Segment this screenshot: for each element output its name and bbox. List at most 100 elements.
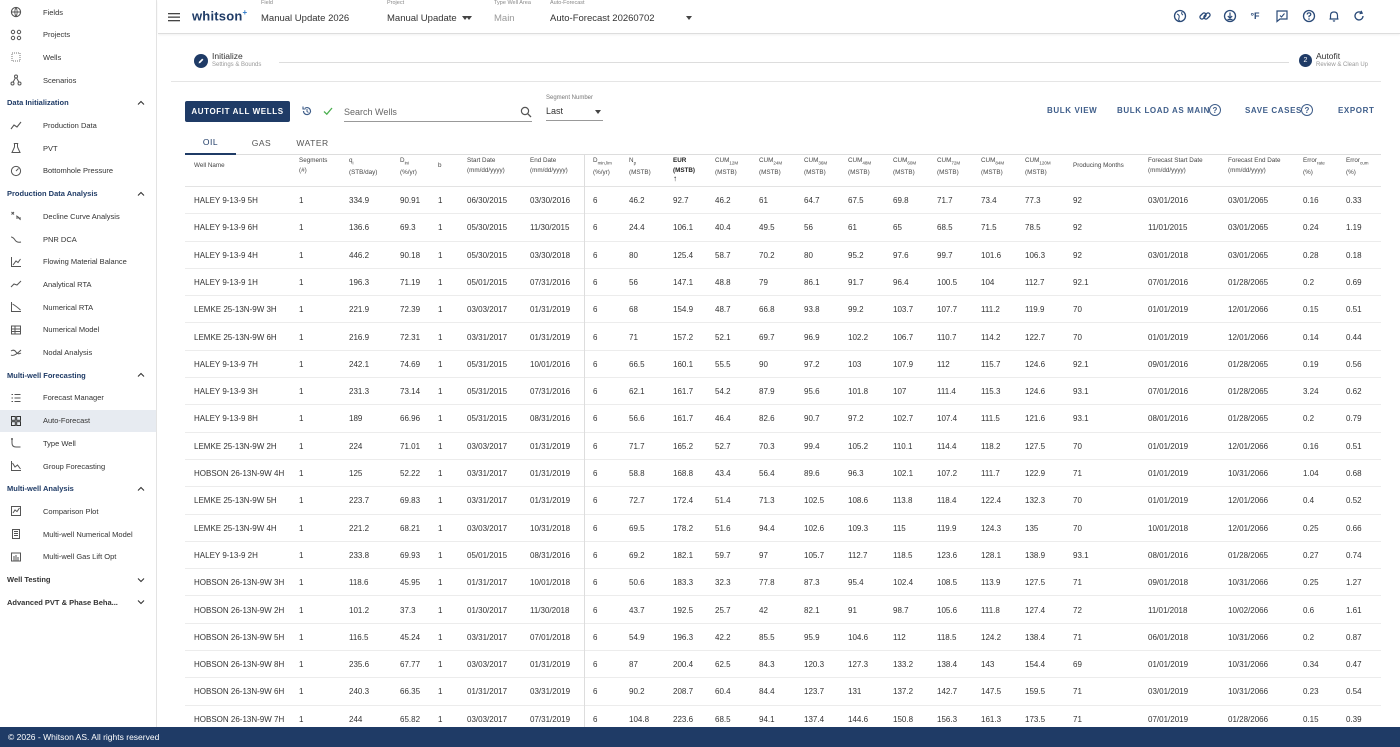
sidebar-item-comparison-plot[interactable]: Comparison Plot	[0, 500, 156, 522]
table-row[interactable]: LEMKE 25-13N-9W 5H 1 223.7 69.83 1 03/31/2017…	[185, 487, 1381, 515]
table-row[interactable]: HOBSON 26-13N-9W 3H 1 118.6 45.95 1 01/31/201…	[185, 569, 1381, 597]
cell-well[interactable]: LEMKE 25-13N-9W 3H	[194, 296, 277, 323]
table-row[interactable]: LEMKE 25-13N-9W 2H 1 224 71.01 1 03/03/2017 01…	[185, 433, 1381, 460]
help-circle-icon[interactable]: ?	[1209, 104, 1221, 116]
sidebar-section-multi-well-forecasting[interactable]: Multi-well Forecasting	[0, 365, 156, 385]
column-header-fend[interactable]: Forecast End Date (mm/dd/yyyy)	[1228, 156, 1281, 175]
cell-well[interactable]: HOBSON 26-13N-9W 8H	[194, 651, 284, 678]
cell-well[interactable]: LEMKE 25-13N-9W 5H	[194, 487, 277, 514]
column-header-cum48[interactable]: CUM48M (MSTB)	[848, 156, 871, 177]
table-row[interactable]: HOBSON 26-13N-9W 6H 1 240.3 66.35 1 01/31/201…	[185, 678, 1381, 706]
column-header-end[interactable]: End Date (mm/dd/yyyy)	[530, 156, 568, 175]
cell-well[interactable]: HALEY 9-13-9 8H	[194, 405, 258, 432]
column-header-dini[interactable]: Dini (%/yr)	[400, 156, 417, 177]
table-row[interactable]: HOBSON 26-13N-9W 2H 1 101.2 37.3 1 01/30/2017…	[185, 597, 1381, 624]
temperature-unit-icon[interactable]: °F	[1247, 8, 1263, 24]
cell-well[interactable]: HOBSON 26-13N-9W 6H	[194, 678, 284, 705]
notification-bell-icon[interactable]	[1326, 8, 1342, 24]
column-header-err_rate[interactable]: Errorrate (%)	[1303, 156, 1325, 177]
sidebar-item-numerical-model[interactable]: Numerical Model	[0, 319, 156, 341]
sidebar-section-multi-well-analysis[interactable]: Multi-well Analysis	[0, 479, 156, 499]
cell-well[interactable]: HALEY 9-13-9 5H	[194, 187, 258, 214]
feedback-icon[interactable]	[1274, 8, 1290, 24]
bulk-load-as-main-button[interactable]: BULK LOAD AS MAIN	[1117, 106, 1210, 115]
tab-gas[interactable]: GAS	[236, 131, 287, 155]
field-select[interactable]: Field Manual Update 2026	[261, 0, 468, 34]
sidebar-item-type-well[interactable]: Type Well	[0, 432, 156, 454]
column-header-well[interactable]: Well Name	[194, 161, 225, 171]
cell-well[interactable]: HALEY 9-13-9 1H	[194, 269, 258, 296]
column-header-qi[interactable]: qi (STB/day)	[349, 156, 377, 177]
cell-well[interactable]: LEMKE 25-13N-9W 6H	[194, 324, 277, 351]
column-header-cum84[interactable]: CUM84M (MSTB)	[981, 156, 1004, 177]
sidebar-section-collapsed[interactable]: Advanced PVT & Phase Beha...	[0, 592, 156, 612]
table-row[interactable]: HALEY 9-13-9 2H 1 233.8 69.93 1 05/01/2015 08/…	[185, 542, 1381, 570]
project-select[interactable]: Project Manual Upadate	[387, 0, 473, 34]
column-header-segments[interactable]: Segments (#)	[299, 156, 327, 175]
column-header-eur[interactable]: EUR (MSTB) ↑	[673, 156, 695, 183]
table-row[interactable]: HALEY 9-13-9 1H 1 196.3 71.19 1 05/01/2015 07/…	[185, 269, 1381, 297]
table-row[interactable]: LEMKE 25-13N-9W 3H 1 221.9 72.39 1 03/03/2017…	[185, 296, 1381, 324]
sidebar-section-production-data-analysis[interactable]: Production Data Analysis	[0, 184, 156, 204]
refresh-icon[interactable]	[1351, 8, 1367, 24]
search-input[interactable]	[344, 103, 514, 121]
download-icon[interactable]	[1222, 8, 1238, 24]
sidebar-item-nodal-analysis[interactable]: Nodal Analysis	[0, 342, 156, 364]
export-button[interactable]: EXPORT	[1338, 106, 1375, 115]
app-logo[interactable]: whitson+	[192, 8, 247, 23]
cell-well[interactable]: HOBSON 26-13N-9W 2H	[194, 597, 284, 624]
column-header-cum24[interactable]: CUM24M (MSTB)	[759, 156, 782, 177]
cell-well[interactable]: HOBSON 26-13N-9W 3H	[194, 569, 284, 596]
table-row[interactable]: HALEY 9-13-9 8H 1 189 66.96 1 05/31/2015 08/31…	[185, 405, 1381, 433]
table-row[interactable]: HALEY 9-13-9 5H 1 334.9 90.91 1 06/30/2015 03/…	[185, 187, 1381, 215]
column-header-cum72[interactable]: CUM72M (MSTB)	[937, 156, 960, 177]
cell-well[interactable]: LEMKE 25-13N-9W 2H	[194, 433, 277, 460]
help-circle-icon[interactable]: ?	[1301, 104, 1313, 116]
column-header-fstart[interactable]: Forecast Start Date (mm/dd/yyyy)	[1148, 156, 1203, 175]
reset-icon[interactable]	[300, 104, 314, 118]
table-row[interactable]: HALEY 9-13-9 7H 1 242.1 74.69 1 05/31/2015 10/…	[185, 351, 1381, 379]
sidebar-item-analytical-rta[interactable]: Analytical RTA	[0, 273, 156, 295]
sidebar-item-forecast-manager[interactable]: Forecast Manager	[0, 387, 156, 409]
sidebar-item-numerical-rta[interactable]: Numerical RTA	[0, 296, 156, 318]
help-icon[interactable]	[1301, 8, 1317, 24]
tab-water[interactable]: WATER	[287, 131, 338, 155]
sidebar-section-data-initialization[interactable]: Data Initialization	[0, 93, 156, 113]
sidebar-section-collapsed[interactable]: Well Testing	[0, 570, 156, 590]
globe-icon[interactable]	[1172, 8, 1188, 24]
bulk-view-button[interactable]: BULK VIEW	[1047, 106, 1097, 115]
cell-well[interactable]: HALEY 9-13-9 6H	[194, 214, 258, 241]
column-header-b[interactable]: b	[438, 161, 442, 171]
sort-ascending-icon[interactable]: ↑	[673, 175, 695, 183]
sidebar-item-fields[interactable]: Fields	[0, 1, 156, 23]
cell-well[interactable]: HOBSON 26-13N-9W 4H	[194, 460, 284, 487]
cell-well[interactable]: HALEY 9-13-9 4H	[194, 242, 258, 269]
column-header-cum12[interactable]: CUM12M (MSTB)	[715, 156, 738, 177]
table-row[interactable]: HOBSON 26-13N-9W 4H 1 125 52.22 1 03/31/2017 0…	[185, 460, 1381, 488]
sidebar-item-group-forecasting[interactable]: Group Forecasting	[0, 455, 156, 477]
column-header-months[interactable]: Producing Months	[1073, 161, 1124, 171]
save-cases-button[interactable]: SAVE CASES	[1245, 106, 1302, 115]
cell-well[interactable]: LEMKE 25-13N-9W 4H	[194, 515, 277, 542]
table-row[interactable]: LEMKE 25-13N-9W 6H 1 216.9 72.31 1 03/31/2017…	[185, 324, 1381, 351]
sidebar-item-production-data[interactable]: Production Data	[0, 115, 156, 137]
checkmark-icon[interactable]	[321, 104, 335, 118]
column-header-err_cum[interactable]: Errorcum (%)	[1346, 156, 1369, 177]
search-icon[interactable]	[520, 105, 532, 118]
table-row[interactable]: HOBSON 26-13N-9W 5H 1 116.5 45.24 1 03/31/201…	[185, 624, 1381, 652]
column-header-cum36[interactable]: CUM36M (MSTB)	[804, 156, 827, 177]
tab-oil[interactable]: OIL	[185, 131, 236, 155]
cell-well[interactable]: HALEY 9-13-9 3H	[194, 378, 258, 405]
table-row[interactable]: LEMKE 25-13N-9W 4H 1 221.2 68.21 1 03/03/2017…	[185, 515, 1381, 542]
sidebar-item-scenarios[interactable]: Scenarios	[0, 69, 156, 91]
sidebar-item-wells[interactable]: Wells	[0, 46, 156, 68]
link-icon[interactable]	[1197, 8, 1213, 24]
table-row[interactable]: HALEY 9-13-9 6H 1 136.6 69.3 1 05/30/2015 11/3…	[185, 214, 1381, 242]
sidebar-item-pnr-dca[interactable]: PNR DCA	[0, 228, 156, 250]
cell-well[interactable]: HALEY 9-13-9 2H	[194, 542, 258, 569]
auto-forecast-select[interactable]: Auto-Forecast Auto-Forecast 20260702	[550, 0, 695, 34]
cell-well[interactable]: HALEY 9-13-9 7H	[194, 351, 258, 378]
sidebar-item-decline-curve-analysis[interactable]: Decline Curve Analysis	[0, 205, 156, 227]
menu-icon[interactable]	[168, 10, 180, 22]
column-header-cum60[interactable]: CUM60M (MSTB)	[893, 156, 916, 177]
